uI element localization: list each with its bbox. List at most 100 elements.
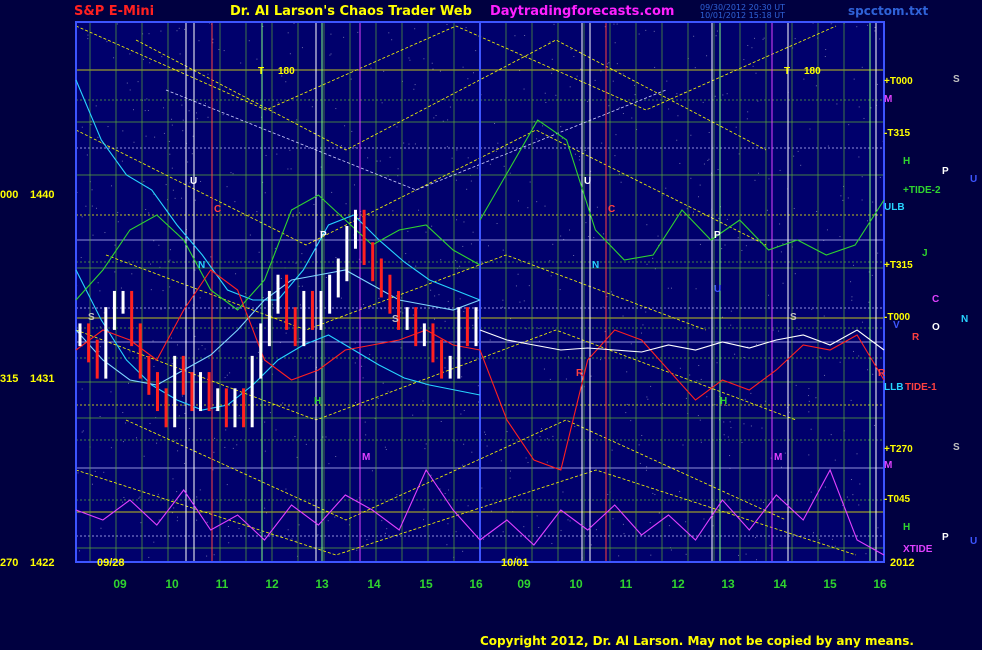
speckle: [859, 483, 861, 485]
speckle: [81, 216, 83, 218]
speckle: [149, 423, 151, 425]
speckle: [625, 412, 627, 414]
speckle: [317, 534, 319, 536]
speckle: [795, 384, 797, 386]
speckle: [144, 110, 146, 112]
speckle: [235, 273, 237, 275]
speckle: [415, 265, 417, 267]
panel-marker: T: [784, 66, 790, 77]
panel-marker: N: [592, 260, 599, 271]
speckle: [762, 38, 764, 40]
speckle: [99, 416, 101, 418]
speckle: [287, 168, 289, 170]
speckle: [658, 512, 660, 514]
speckle: [793, 155, 795, 157]
speckle: [816, 210, 818, 212]
speckle: [131, 273, 133, 275]
speckle: [721, 248, 723, 250]
speckle: [156, 442, 158, 444]
speckle: [313, 203, 315, 205]
speckle: [171, 118, 173, 120]
planet-label: C: [932, 294, 939, 305]
speckle: [538, 327, 540, 329]
speckle: [87, 38, 89, 40]
speckle: [831, 538, 833, 540]
speckle: [463, 443, 465, 445]
speckle: [430, 474, 432, 476]
speckle: [539, 436, 541, 438]
speckle: [649, 522, 651, 524]
x-tick-label: 16: [469, 577, 483, 591]
speckle: [779, 223, 781, 225]
speckle: [657, 235, 659, 237]
x-tick-label: 12: [265, 577, 279, 591]
speckle: [218, 49, 220, 51]
speckle: [646, 263, 648, 265]
speckle: [335, 256, 337, 258]
speckle: [434, 295, 436, 297]
speckle: [181, 395, 183, 397]
speckle: [536, 138, 538, 140]
speckle: [768, 178, 770, 180]
speckle: [142, 58, 144, 60]
speckle: [123, 496, 125, 498]
flux-label: M: [884, 94, 892, 105]
speckle: [409, 59, 411, 61]
speckle: [546, 438, 548, 440]
speckle: [354, 402, 356, 404]
speckle: [154, 136, 156, 138]
speckle: [527, 462, 529, 464]
panel-marker: U: [714, 284, 721, 295]
speckle: [161, 56, 163, 58]
speckle: [432, 68, 434, 70]
speckle: [378, 297, 380, 299]
speckle: [607, 493, 609, 495]
speckle: [831, 545, 833, 547]
speckle: [699, 419, 701, 421]
speckle: [446, 23, 448, 25]
speckle: [871, 274, 873, 276]
speckle: [171, 363, 173, 365]
speckle: [223, 50, 225, 52]
speckle: [206, 521, 208, 523]
speckle: [210, 256, 212, 258]
speckle: [850, 281, 852, 283]
speckle: [423, 519, 425, 521]
speckle: [601, 142, 603, 144]
speckle: [387, 175, 389, 177]
speckle: [698, 365, 700, 367]
speckle: [603, 233, 605, 235]
speckle: [569, 229, 571, 231]
speckle: [451, 157, 453, 159]
speckle: [470, 243, 472, 245]
flux-label: TIDE-1: [905, 382, 937, 393]
speckle: [740, 509, 742, 511]
speckle: [182, 404, 184, 406]
speckle: [396, 494, 398, 496]
speckle: [645, 469, 647, 471]
speckle: [212, 38, 214, 40]
speckle: [412, 314, 414, 316]
speckle: [423, 58, 425, 60]
speckle: [580, 68, 582, 70]
speckle: [639, 462, 641, 464]
speckle: [447, 523, 449, 525]
speckle: [757, 100, 759, 102]
panel-marker: U: [584, 176, 591, 187]
speckle: [685, 553, 687, 555]
speckle: [179, 53, 181, 55]
speckle: [330, 33, 332, 35]
speckle: [181, 197, 183, 199]
speckle: [467, 78, 469, 80]
price-label: 1440: [30, 189, 54, 201]
speckle: [697, 415, 699, 417]
speckle: [327, 520, 329, 522]
x-tick-label: 13: [721, 577, 735, 591]
site-link[interactable]: Daytradingforecasts.com: [490, 4, 674, 19]
speckle: [729, 421, 731, 423]
speckle: [616, 23, 618, 25]
speckle: [579, 155, 581, 157]
speckle: [551, 58, 553, 60]
speckle: [587, 101, 589, 103]
panel-marker: 180: [278, 66, 295, 77]
